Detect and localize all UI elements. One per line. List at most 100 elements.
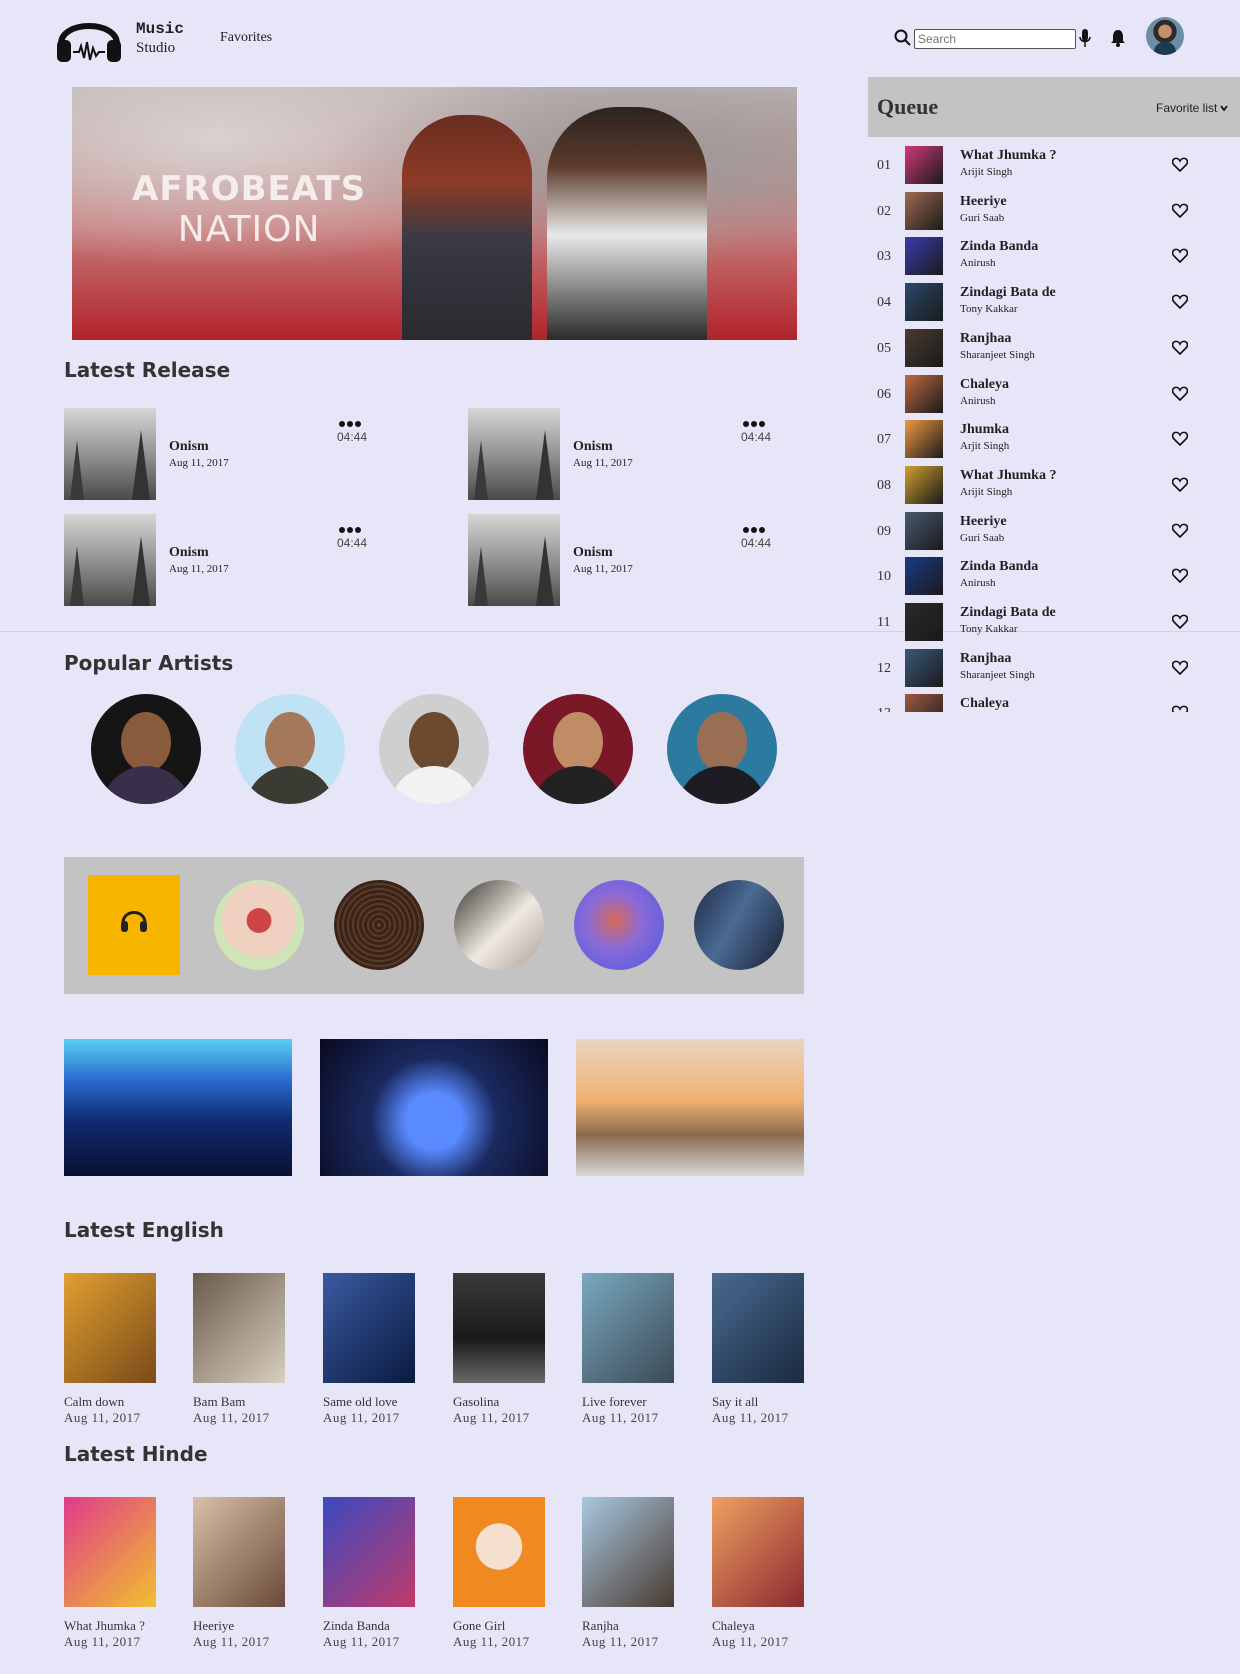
queue-item[interactable]: 13 Chaleya [868,690,1240,712]
headphones-logo-icon[interactable] [55,10,123,64]
search-icon[interactable] [894,29,911,46]
heart-icon[interactable] [1172,477,1188,492]
album-card[interactable]: Calm down Aug 11, 2017 [64,1273,164,1426]
queue-item[interactable]: 12 Ranjhaa Sharanjeet Singh [868,645,1240,691]
category-notes[interactable] [454,880,544,970]
heart-icon[interactable] [1172,614,1188,629]
release-item[interactable]: Onism Aug 11, 2017 04:44 [64,408,394,500]
nav-favorites-link[interactable]: Favorites [220,30,272,46]
album-card[interactable]: Bam Bam Aug 11, 2017 [193,1273,293,1426]
queue-item[interactable]: 05 Ranjhaa Sharanjeet Singh [868,325,1240,371]
album-card[interactable]: Say it all Aug 11, 2017 [712,1273,812,1426]
queue-item-artist: Arijit Singh [960,485,1013,498]
album-name: Zinda Banda [323,1618,390,1633]
queue-item[interactable]: 09 Heeriye Guri Saab [868,508,1240,554]
album-date: Aug 11, 2017 [193,1410,270,1425]
album-name: Say it all [712,1394,759,1409]
album-card[interactable]: Live forever Aug 11, 2017 [582,1273,682,1426]
queue-item-cover [905,694,943,712]
category-guitar[interactable] [694,880,784,970]
category-abstract[interactable] [574,880,664,970]
artist-avatar[interactable] [91,694,201,804]
queue-item-cover [905,374,943,413]
queue-item-cover [905,237,943,276]
artist-avatar[interactable] [523,694,633,804]
banner-title-line-2: NATION [177,209,321,250]
mood-card-party[interactable] [64,1039,292,1176]
album-date: Aug 11, 2017 [323,1634,400,1649]
queue-item-number: 09 [877,523,891,539]
heart-icon[interactable] [1172,248,1188,264]
featured-banner[interactable]: AFROBEATS NATION [72,87,797,340]
user-avatar[interactable] [1146,17,1184,55]
heart-icon[interactable] [1172,523,1188,538]
queue-item-title: Heeriye [960,193,1007,209]
album-card[interactable]: Chaleya Aug 11, 2017 [712,1497,812,1650]
queue-item-cover [905,191,943,230]
more-options-icon[interactable] [339,414,365,427]
album-name: Ranjha [582,1618,619,1633]
artist-avatar[interactable] [235,694,345,804]
album-name: Bam Bam [193,1394,246,1409]
queue-item-artist: Arijit Singh [960,166,1013,178]
artist-avatar[interactable] [667,694,777,804]
queue-item[interactable]: 06 Chaleya Anirush [868,371,1240,417]
heart-icon[interactable] [1172,294,1188,310]
album-date: Aug 11, 2017 [582,1410,659,1425]
album-card[interactable]: Zinda Banda Aug 11, 2017 [323,1497,423,1650]
artist-avatar[interactable] [379,694,489,804]
search-input[interactable] [914,29,1076,49]
microphone-icon[interactable] [1079,29,1091,48]
mood-card-dj[interactable] [320,1039,548,1176]
queue-item-number: 04 [877,295,891,311]
release-item[interactable]: Onism Aug 11, 2017 04:44 [64,514,394,606]
album-card[interactable]: Ranjha Aug 11, 2017 [582,1497,682,1650]
more-options-icon[interactable] [339,520,365,533]
release-item[interactable]: Onism Aug 11, 2017 04:44 [468,408,798,500]
heart-icon[interactable] [1172,660,1188,675]
category-headphones[interactable] [72,875,196,975]
album-card[interactable]: Gasolina Aug 11, 2017 [453,1273,553,1426]
notification-bell-icon[interactable] [1110,29,1126,47]
heart-icon[interactable] [1172,157,1188,172]
heart-icon[interactable] [1172,431,1188,447]
heart-icon[interactable] [1172,340,1188,355]
mood-card-roadtrip[interactable] [576,1039,804,1176]
release-item[interactable]: Onism Aug 11, 2017 04:44 [468,514,798,606]
heart-icon[interactable] [1172,705,1188,712]
album-card[interactable]: Same old love Aug 11, 2017 [323,1273,423,1426]
heart-icon[interactable] [1172,386,1188,401]
album-card[interactable]: What Jhumka ? Aug 11, 2017 [64,1497,164,1650]
more-options-icon[interactable] [743,414,769,427]
queue-item-artist: Guri Saab [960,211,1005,224]
queue-item[interactable]: 08 What Jhumka ? Arijit Singh [868,462,1240,508]
album-card[interactable]: Heeriye Aug 11, 2017 [193,1497,293,1650]
album-date: Aug 11, 2017 [193,1634,270,1649]
queue-item-title: Ranjhaa [960,650,1012,666]
favorite-list-dropdown[interactable]: Favorite list [1156,101,1229,115]
heart-icon[interactable] [1172,568,1188,584]
album-name: Heeriye [193,1618,235,1633]
release-cover [64,514,156,606]
queue-item-cover [905,603,943,641]
album-cover [582,1273,674,1383]
queue-item[interactable]: 01 What Jhumka ? Arijit Singh [868,142,1240,188]
queue-item[interactable]: 07 Jhumka Arjit Singh [868,416,1240,462]
queue-item-cover [905,648,943,687]
more-options-icon[interactable] [743,520,769,533]
favorite-list-label: Favorite list [1156,101,1218,115]
queue-item[interactable]: 02 Heeriye Guri Saab [868,188,1240,234]
queue-item[interactable]: 04 Zindagi Bata de Tony Kakkar [868,279,1240,325]
banner-artist-figure [402,115,532,340]
queue-item-number: 13 [877,706,891,712]
heart-icon[interactable] [1172,203,1188,218]
album-cover [582,1497,674,1607]
queue-item-cover [905,328,943,367]
queue-item[interactable]: 10 Zinda Banda Anirush [868,553,1240,599]
category-radio[interactable] [334,880,424,970]
category-cassette[interactable] [214,880,304,970]
queue-item[interactable]: 11 Zindagi Bata de Tony Kakkar [868,599,1240,645]
album-card[interactable]: Gone Girl Aug 11, 2017 [453,1497,553,1650]
queue-item[interactable]: 03 Zinda Banda Anirush [868,233,1240,279]
queue-item-title: Zindagi Bata de [960,285,1056,301]
